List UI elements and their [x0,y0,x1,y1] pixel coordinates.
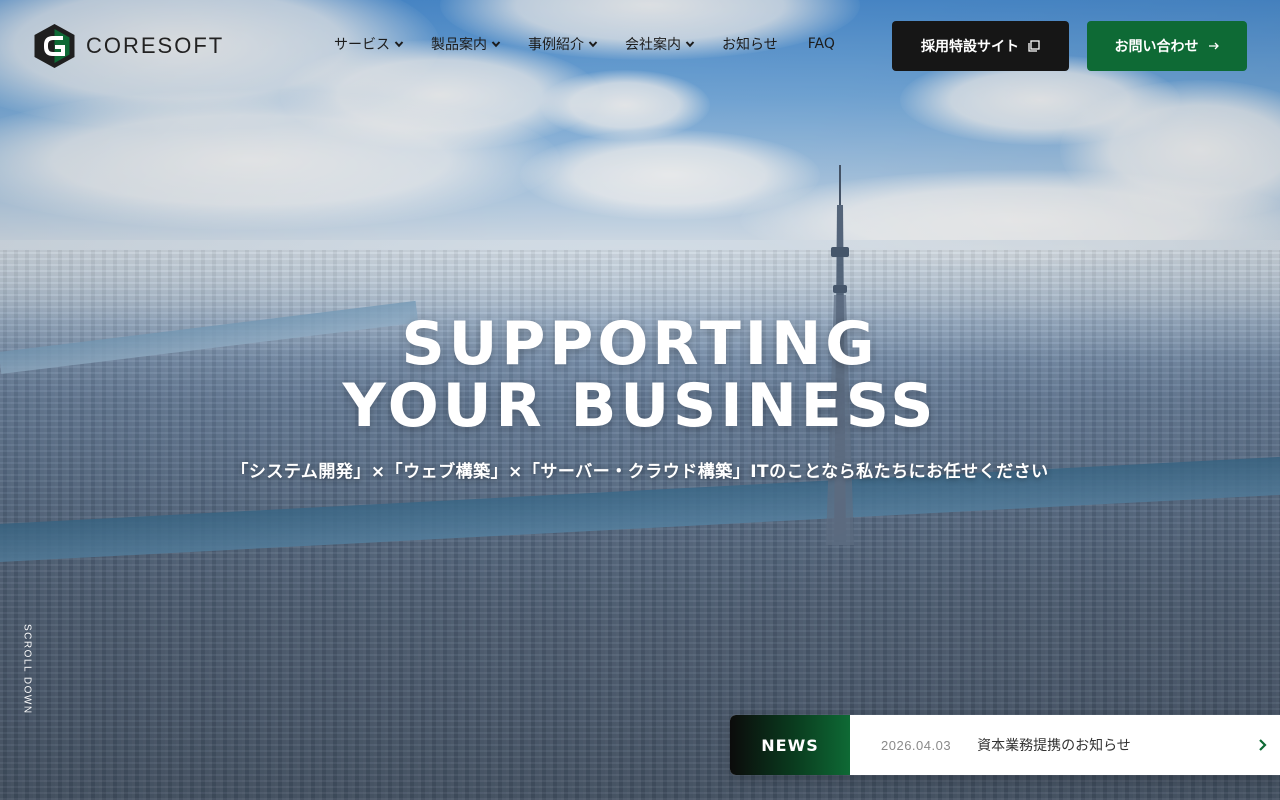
nav-item-label: 製品案内 [431,37,487,53]
arrow-right-icon [1208,42,1219,50]
nav-item-faq[interactable]: FAQ [808,36,835,52]
recruit-site-button[interactable]: 採用特設サイト [892,21,1069,71]
recruit-button-label: 採用特設サイト [921,39,1019,55]
hero-title-line1: SUPPORTING [401,309,879,379]
news-ticker[interactable]: NEWS 2026.04.03 資本業務提携のお知らせ [730,715,1280,775]
nav-item-label: 会社案内 [625,37,681,53]
nav-item-label: 事例紹介 [528,37,584,53]
hero-title-line2: YOUR BUSINESS [342,371,938,441]
logo[interactable]: CORESOFT [33,23,224,69]
nav-item-products[interactable]: 製品案内 [431,34,501,54]
logo-mark-icon [34,24,75,68]
site-header: CORESOFT サービス 製品案内 事例紹介 会社案内 お知らせ FAQ 採用… [0,0,1280,92]
chevron-down-icon [491,41,501,48]
news-date: 2026.04.03 [881,737,952,753]
logo-name: CORESOFT [86,33,225,58]
nav-item-news[interactable]: お知らせ [722,34,778,54]
nav-item-label: お知らせ [722,37,778,53]
scroll-down-indicator[interactable]: SCROLL DOWN [20,624,34,720]
chevron-right-icon[interactable] [1252,735,1272,755]
nav-item-label: サービス [334,37,390,53]
contact-button-label: お問い合わせ [1114,39,1199,55]
chevron-down-icon [394,41,404,48]
chevron-down-icon [685,41,695,48]
hero-title: SUPPORTING YOUR BUSINESS [0,313,1280,437]
nav-item-label: FAQ [807,36,835,52]
hero-subtitle: 「システム開発」×「ウェブ構築」×「サーバー・クラウド構築」ITのことなら私たち… [231,462,1049,482]
chevron-down-icon [588,41,598,48]
main-nav: サービス 製品案内 事例紹介 会社案内 お知らせ FAQ [334,34,865,54]
nav-item-services[interactable]: サービス [334,34,404,54]
scroll-down-label: SCROLL DOWN [21,624,33,715]
news-title[interactable]: 資本業務提携のお知らせ [977,735,1131,755]
news-label: NEWS [730,715,850,775]
nav-item-cases[interactable]: 事例紹介 [528,34,598,54]
nav-item-company[interactable]: 会社案内 [625,34,695,54]
contact-button[interactable]: お問い合わせ [1087,21,1247,71]
external-window-icon [1028,40,1040,52]
